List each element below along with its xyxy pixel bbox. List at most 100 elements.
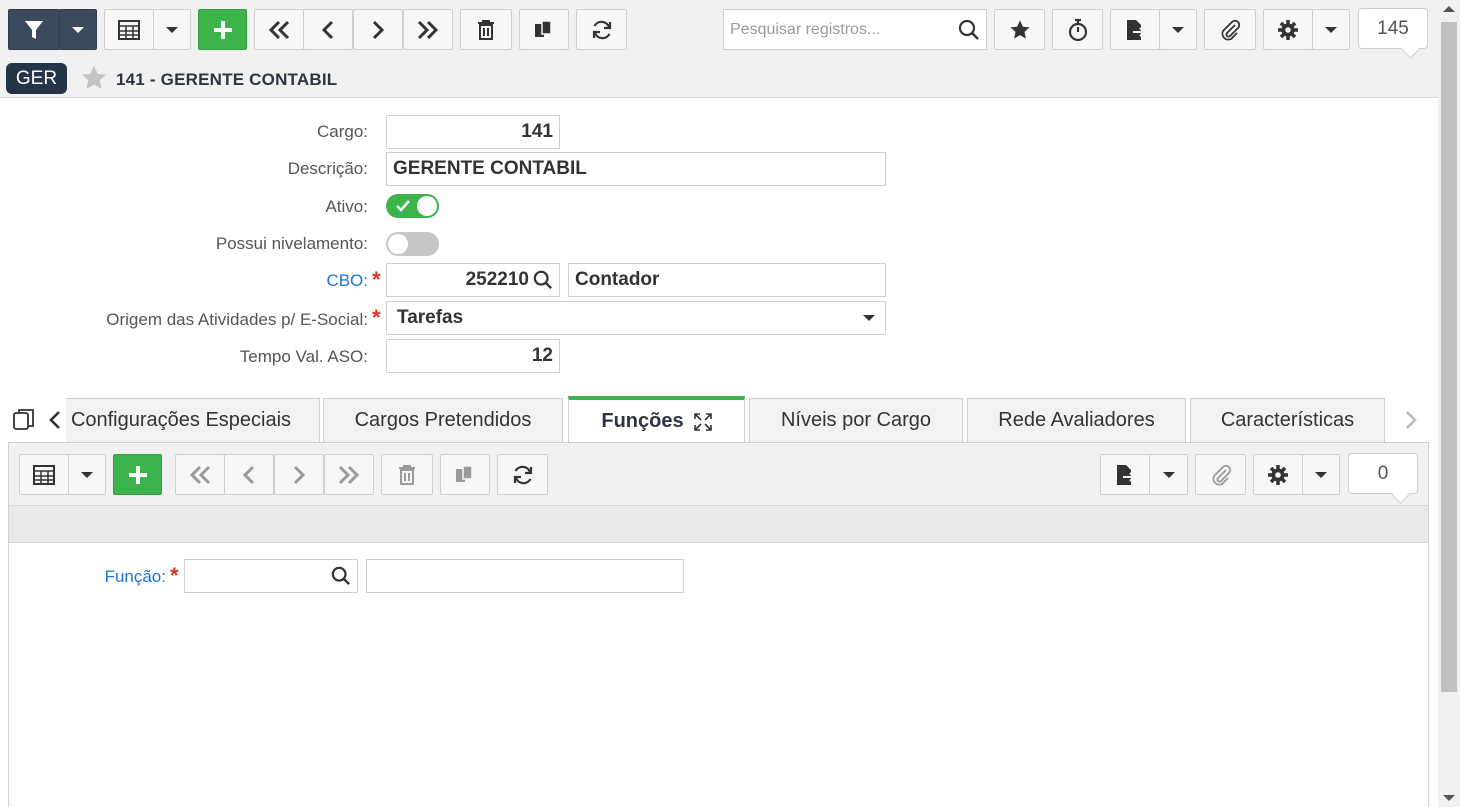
origem-label: Origem das Atividades p/ E-Social: bbox=[106, 310, 368, 329]
sub-add-button[interactable] bbox=[113, 454, 162, 495]
search-icon[interactable] bbox=[958, 19, 980, 41]
search-input[interactable] bbox=[724, 10, 958, 49]
copy-icon[interactable] bbox=[12, 407, 36, 433]
tab-list: Configurações Especiais Cargos Pretendid… bbox=[66, 396, 1388, 442]
filter-button[interactable] bbox=[8, 9, 60, 50]
sub-refresh-button[interactable] bbox=[497, 454, 548, 495]
sub-settings-button[interactable] bbox=[1253, 454, 1303, 495]
search-box bbox=[723, 9, 987, 50]
duplicate-record-button[interactable] bbox=[519, 9, 569, 50]
export-button[interactable] bbox=[1110, 9, 1160, 50]
cbo-code-value: 252210 bbox=[465, 269, 529, 290]
search-icon[interactable] bbox=[533, 270, 553, 290]
sub-next-button[interactable] bbox=[274, 454, 324, 495]
origem-select[interactable]: Tarefas bbox=[386, 301, 886, 335]
sub-settings-dropdown-button[interactable] bbox=[1302, 454, 1340, 495]
last-record-button[interactable] bbox=[403, 9, 453, 50]
double-chevron-left-icon bbox=[268, 20, 290, 39]
chevron-down-icon bbox=[1162, 471, 1175, 478]
previous-record-button[interactable] bbox=[303, 9, 353, 50]
tab-scroll-left-icon[interactable] bbox=[48, 410, 62, 430]
settings-dropdown-button[interactable] bbox=[1312, 9, 1350, 50]
cbo-description-field: Contador bbox=[568, 263, 886, 297]
expand-icon[interactable] bbox=[693, 412, 712, 431]
cargo-field[interactable]: 141 bbox=[386, 115, 560, 149]
page-scrollbar[interactable] bbox=[1438, 0, 1460, 807]
timer-button[interactable] bbox=[1052, 9, 1103, 50]
sub-grid-view-button[interactable] bbox=[19, 454, 69, 495]
sub-export-button[interactable] bbox=[1100, 454, 1150, 495]
double-chevron-left-icon bbox=[189, 465, 211, 484]
module-badge: GER bbox=[6, 63, 67, 94]
page-title: 141 - GERENTE CONTABIL bbox=[116, 70, 338, 89]
tab-scroll-right-icon[interactable] bbox=[1404, 410, 1418, 430]
required-mark: * bbox=[372, 305, 381, 330]
favorite-star-icon[interactable] bbox=[80, 64, 108, 92]
sub-attachments-button[interactable] bbox=[1195, 454, 1246, 495]
tab-cargos-pretendidos[interactable]: Cargos Pretendidos bbox=[323, 398, 563, 442]
delete-record-button[interactable] bbox=[460, 9, 512, 50]
required-mark: * bbox=[170, 563, 179, 588]
sub-export-dropdown-button[interactable] bbox=[1149, 454, 1188, 495]
attachments-button[interactable] bbox=[1204, 9, 1256, 50]
scroll-up-icon[interactable] bbox=[1443, 6, 1455, 12]
double-chevron-right-icon bbox=[417, 20, 439, 39]
sub-toolbar: 0 bbox=[9, 443, 1428, 505]
grid-view-dropdown-button[interactable] bbox=[153, 9, 191, 50]
cbo-code-field[interactable]: 252210 bbox=[386, 263, 560, 297]
table-icon bbox=[33, 464, 55, 485]
paperclip-icon bbox=[1221, 19, 1241, 40]
chevron-right-icon bbox=[293, 465, 306, 484]
tab-configuracoes-especiais[interactable]: Configurações Especiais bbox=[66, 398, 320, 442]
nivelamento-toggle[interactable] bbox=[386, 232, 439, 256]
double-chevron-right-icon bbox=[338, 465, 360, 484]
toggle-knob bbox=[417, 196, 437, 216]
refresh-button[interactable] bbox=[576, 9, 627, 50]
first-record-button[interactable] bbox=[254, 9, 304, 50]
filter-dropdown-button[interactable] bbox=[59, 9, 97, 50]
tempo-field[interactable]: 12 bbox=[386, 339, 560, 373]
descricao-field[interactable]: GERENTE CONTABIL bbox=[386, 152, 886, 186]
add-record-button[interactable] bbox=[198, 9, 247, 50]
refresh-icon bbox=[513, 465, 532, 484]
sub-previous-button[interactable] bbox=[224, 454, 274, 495]
detail-tabs: Configurações Especiais Cargos Pretendid… bbox=[0, 396, 1438, 442]
sub-first-button[interactable] bbox=[175, 454, 225, 495]
favorite-button[interactable] bbox=[994, 9, 1045, 50]
scroll-down-icon[interactable] bbox=[1443, 795, 1455, 801]
file-export-icon bbox=[1127, 19, 1145, 40]
tab-niveis-por-cargo[interactable]: Níveis por Cargo bbox=[749, 398, 963, 442]
grid-view-button[interactable] bbox=[104, 9, 154, 50]
sub-last-button[interactable] bbox=[324, 454, 374, 495]
sub-delete-button[interactable] bbox=[381, 454, 433, 495]
funcoes-panel: 0 Função: * bbox=[8, 442, 1429, 807]
search-icon[interactable] bbox=[331, 566, 351, 586]
ativo-toggle[interactable] bbox=[386, 194, 439, 218]
record-count-badge: 145 bbox=[1358, 8, 1428, 49]
funcao-code-field[interactable] bbox=[184, 559, 358, 593]
sub-grid-view-dropdown-button[interactable] bbox=[68, 454, 106, 495]
record-title-bar: GER 141 - GERENTE CONTABIL bbox=[0, 60, 1438, 98]
cargo-label: Cargo: bbox=[316, 122, 368, 141]
sub-record-count-badge: 0 bbox=[1348, 453, 1418, 494]
tab-funcoes[interactable]: Funções bbox=[568, 396, 745, 442]
chevron-down-icon bbox=[166, 26, 178, 33]
sub-header-band bbox=[9, 505, 1428, 543]
origem-selected-value: Tarefas bbox=[397, 307, 464, 328]
sub-duplicate-button[interactable] bbox=[440, 454, 490, 495]
paperclip-icon bbox=[1212, 464, 1231, 485]
funcao-label[interactable]: Função: bbox=[49, 567, 166, 587]
settings-button[interactable] bbox=[1263, 9, 1313, 50]
tab-rede-avaliadores[interactable]: Rede Avaliadores bbox=[967, 398, 1186, 442]
chevron-down-icon bbox=[863, 315, 875, 321]
table-icon bbox=[118, 19, 140, 40]
plus-icon bbox=[128, 465, 147, 484]
tab-funcoes-label: Funções bbox=[601, 410, 684, 432]
scroll-thumb[interactable] bbox=[1441, 22, 1457, 692]
cbo-label[interactable]: CBO: bbox=[200, 271, 368, 291]
filter-icon bbox=[25, 20, 43, 39]
stopwatch-icon bbox=[1068, 18, 1087, 41]
export-dropdown-button[interactable] bbox=[1159, 9, 1197, 50]
tab-caracteristicas[interactable]: Características bbox=[1190, 398, 1385, 442]
next-record-button[interactable] bbox=[353, 9, 403, 50]
